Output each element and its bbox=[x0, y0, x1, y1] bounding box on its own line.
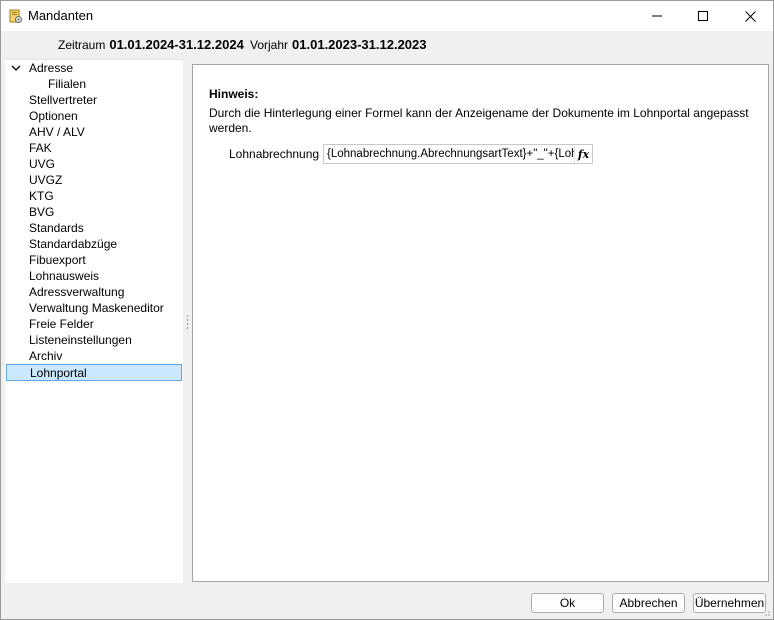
tree-item-optionen[interactable]: Optionen bbox=[29, 108, 78, 124]
cancel-button[interactable]: Abbrechen bbox=[612, 593, 685, 613]
lohnabrechnung-label: Lohnabrechnung bbox=[229, 147, 320, 161]
tree-item-filialen[interactable]: Filialen bbox=[48, 76, 86, 92]
tree-item-label: UVGZ bbox=[29, 173, 63, 187]
tree-item-adresse[interactable]: Adresse bbox=[5, 60, 181, 76]
hint-text: Durch die Hinterlegung einer Formel kann… bbox=[209, 106, 749, 135]
chevron-down-icon[interactable] bbox=[11, 64, 21, 72]
tree-item-adressverwaltung[interactable]: Adressverwaltung bbox=[29, 284, 124, 300]
tree-item-listeneinstellungen[interactable]: Listeneinstellungen bbox=[29, 332, 132, 348]
period-previous-label: Vorjahr bbox=[250, 38, 289, 52]
tree-item-standardabzuege[interactable]: Standardabzüge bbox=[29, 236, 117, 252]
mandanten-window: Mandanten Zeitraum 01.01.2024-31.12.2024 … bbox=[0, 0, 774, 620]
tree-item-label: Verwaltung Maskeneditor bbox=[29, 301, 164, 315]
period-previous: Vorjahr 01.01.2023-31.12.2023 bbox=[250, 37, 427, 53]
content-panel: Hinweis: Durch die Hinterlegung einer Fo… bbox=[192, 64, 769, 582]
maximize-icon bbox=[698, 11, 708, 21]
tree-item-stellvertreter[interactable]: Stellvertreter bbox=[29, 92, 97, 108]
resize-grip-icon[interactable] bbox=[761, 607, 771, 617]
minimize-icon bbox=[652, 15, 662, 17]
tree-item-ahv-alv[interactable]: AHV / ALV bbox=[29, 124, 85, 140]
tree-item-label: Filialen bbox=[48, 77, 87, 91]
lohnabrechnung-formula-field[interactable]: {Lohnabrechnung.AbrechnungsartText}+"_"+… bbox=[323, 144, 593, 164]
tree-item-label: AHV / ALV bbox=[29, 125, 85, 139]
tree-item-label: Standardabzüge bbox=[29, 237, 118, 251]
tree-item-label: KTG bbox=[29, 189, 54, 203]
period-current-label: Zeitraum bbox=[58, 38, 106, 52]
tree-item-bvg[interactable]: BVG bbox=[29, 204, 54, 220]
title-bar[interactable]: Mandanten bbox=[1, 1, 773, 31]
period-current-value: 01.01.2024-31.12.2024 bbox=[109, 37, 244, 52]
tree-item-lohnausweis[interactable]: Lohnausweis bbox=[29, 268, 99, 284]
close-button[interactable] bbox=[727, 1, 773, 31]
tree-item-label: BVG bbox=[29, 205, 55, 219]
tree-item-verwaltung-maskeneditor[interactable]: Verwaltung Maskeneditor bbox=[29, 300, 164, 316]
maximize-button[interactable] bbox=[680, 1, 726, 31]
close-icon bbox=[744, 10, 756, 22]
tree-item-fak[interactable]: FAK bbox=[29, 140, 52, 156]
window-title: Mandanten bbox=[28, 8, 94, 23]
tree-item-label: FAK bbox=[29, 141, 52, 155]
tree-item-label: Archiv bbox=[29, 349, 63, 363]
tree-item-label: Adresse bbox=[29, 61, 74, 75]
tree-item-label: Lohnausweis bbox=[29, 269, 100, 283]
tree-item-label: UVG bbox=[29, 157, 56, 171]
tree-item-uvgz[interactable]: UVGZ bbox=[29, 172, 62, 188]
tree-item-fibuexport[interactable]: Fibuexport bbox=[29, 252, 86, 268]
tree-item-standards[interactable]: Standards bbox=[29, 220, 84, 236]
tree-item-label: Listeneinstellungen bbox=[29, 333, 132, 347]
tree-item-label: Lohnportal bbox=[30, 366, 87, 380]
app-icon bbox=[9, 9, 22, 23]
formula-editor-button[interactable]: fx bbox=[574, 145, 592, 163]
lohnabrechnung-formula-input[interactable]: {Lohnabrechnung.AbrechnungsartText}+"_"+… bbox=[324, 145, 574, 163]
tree-item-ktg[interactable]: KTG bbox=[29, 188, 54, 204]
apply-button[interactable]: Übernehmen bbox=[693, 593, 766, 613]
tree-item-label: Fibuexport bbox=[29, 253, 86, 267]
tree-item-label: Adressverwaltung bbox=[29, 285, 125, 299]
tree-item-label: Standards bbox=[29, 221, 84, 235]
period-current: Zeitraum 01.01.2024-31.12.2024 bbox=[58, 37, 244, 53]
tree-item-uvg[interactable]: UVG bbox=[29, 156, 55, 172]
period-previous-value: 01.01.2023-31.12.2023 bbox=[292, 37, 427, 52]
tree-item-lohnportal[interactable]: Lohnportal bbox=[6, 364, 182, 381]
minimize-button[interactable] bbox=[634, 1, 680, 31]
function-icon: fx bbox=[577, 147, 590, 161]
tree-item-label: Freie Felder bbox=[29, 317, 94, 331]
tree-item-label: Optionen bbox=[29, 109, 78, 123]
tree-item-archiv[interactable]: Archiv bbox=[29, 348, 62, 364]
hint-title: Hinweis: bbox=[209, 87, 259, 101]
navigation-tree[interactable]: Adresse Filialen Stellvertreter Optionen… bbox=[5, 59, 183, 583]
ok-button[interactable]: Ok bbox=[531, 593, 604, 613]
tree-item-freie-felder[interactable]: Freie Felder bbox=[29, 316, 94, 332]
splitter-grip-icon[interactable] bbox=[186, 314, 189, 330]
tree-item-label: Stellvertreter bbox=[29, 93, 98, 107]
